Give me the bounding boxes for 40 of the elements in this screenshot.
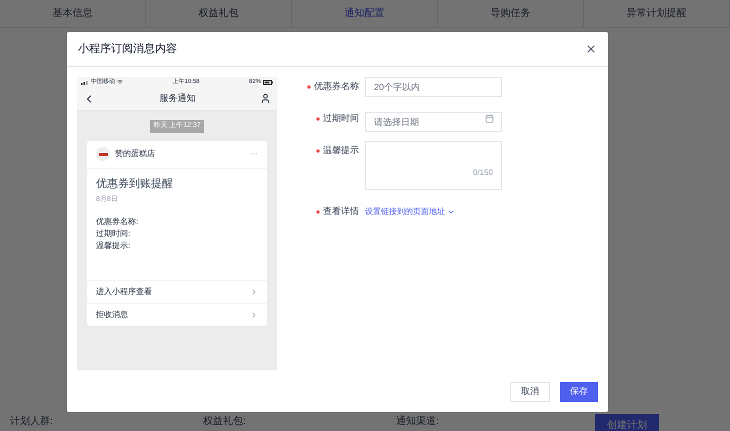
calendar-icon	[485, 114, 494, 123]
link-dropdown[interactable]: 设置链接到的页面地址	[365, 202, 455, 222]
wifi-icon	[117, 79, 123, 85]
message-title: 优惠券到账提醒	[96, 176, 174, 192]
create-plan-button[interactable]: 创建计划	[595, 414, 659, 431]
input-field[interactable]: 20个字以内	[365, 77, 502, 97]
save-button[interactable]: 保存	[560, 382, 598, 402]
field-label: 温馨提示	[323, 144, 359, 158]
message-action[interactable]: 进入小程序查看	[87, 280, 267, 302]
store-name: 赞的蛋糕店	[115, 148, 155, 160]
field-label: 通知渠道:	[396, 414, 440, 429]
field-label: 过期时间	[323, 112, 359, 126]
message-field: 优惠券名称:	[96, 216, 258, 228]
more-menu[interactable]: ···	[250, 148, 258, 160]
cancel-button[interactable]: 取消	[510, 382, 550, 402]
field-label: 查看详情	[323, 205, 359, 218]
close-icon[interactable]	[585, 43, 597, 55]
battery-icon	[263, 80, 273, 84]
character-counter: 0/150	[472, 167, 493, 179]
nav-title: 服务通知	[160, 92, 196, 105]
chevron-right-icon	[250, 310, 258, 318]
field-label: 计划人群:	[10, 414, 54, 429]
tab[interactable]: 通知配置	[292, 0, 438, 27]
message-field: 温馨提示:	[96, 240, 258, 252]
tab[interactable]: 权益礼包	[146, 0, 292, 27]
textarea-field[interactable]: 0/150	[365, 141, 502, 190]
tab[interactable]: 基本信息	[0, 0, 146, 27]
tab[interactable]: 导购任务	[438, 0, 584, 27]
chevron-down-icon	[447, 208, 455, 216]
chevron-right-icon	[250, 288, 258, 296]
message-field: 过期时间:	[96, 228, 258, 240]
tab[interactable]: 异常计划提醒	[584, 0, 730, 27]
field-label: 权益礼包:	[203, 414, 247, 429]
date-field[interactable]: 请选择日期	[365, 112, 502, 132]
signal-icon	[81, 80, 89, 84]
field-label: 优惠券名称	[314, 80, 359, 94]
user-icon[interactable]	[260, 93, 271, 104]
store-logo-icon	[96, 147, 110, 161]
dialog-title: 小程序订阅消息内容	[78, 42, 177, 57]
message-action[interactable]: 拒收消息	[87, 302, 267, 326]
